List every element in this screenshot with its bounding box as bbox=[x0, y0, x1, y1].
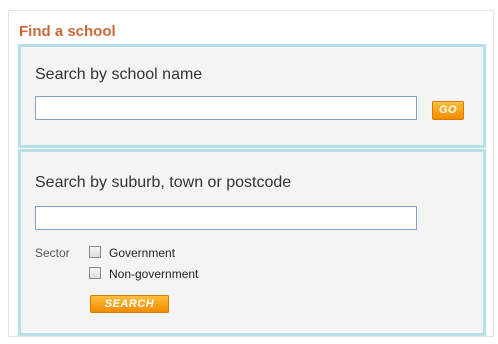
non-government-checkbox[interactable] bbox=[89, 267, 101, 279]
location-input[interactable] bbox=[35, 206, 417, 230]
government-checkbox[interactable] bbox=[89, 246, 101, 258]
school-name-search-panel: Search by school name GO bbox=[18, 44, 486, 148]
sector-label: Sector bbox=[35, 246, 70, 260]
school-name-search-heading: Search by school name bbox=[35, 66, 203, 83]
school-name-input[interactable] bbox=[35, 96, 417, 120]
find-a-school-widget: Find a school Search by school name GO S… bbox=[8, 10, 494, 337]
government-label: Government bbox=[109, 246, 176, 260]
go-button[interactable]: GO bbox=[432, 101, 464, 120]
non-government-label: Non-government bbox=[109, 267, 199, 281]
sector-option-non-government[interactable]: Non-government bbox=[89, 266, 198, 282]
widget-title: Find a school bbox=[19, 23, 116, 40]
location-search-panel: Search by suburb, town or postcode Secto… bbox=[18, 149, 486, 336]
search-button[interactable]: SEARCH bbox=[90, 295, 169, 313]
location-search-heading: Search by suburb, town or postcode bbox=[35, 174, 292, 191]
sector-option-government[interactable]: Government bbox=[89, 245, 175, 261]
